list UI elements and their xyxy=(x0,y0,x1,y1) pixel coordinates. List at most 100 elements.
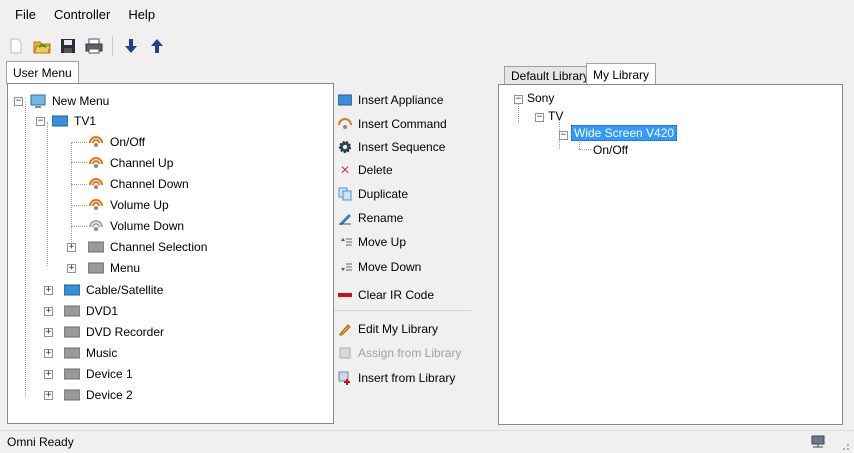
duplicate-button[interactable]: Duplicate xyxy=(338,183,408,205)
device-gray-icon xyxy=(64,303,80,319)
move-down-button[interactable]: Move Down xyxy=(338,256,421,278)
menu-bar: File Controller Help xyxy=(0,0,854,30)
tab-user-menu[interactable]: User Menu xyxy=(6,61,79,84)
tree-node-label: Wide Screen V420 xyxy=(571,125,678,141)
tree-node-command[interactable]: On/Off xyxy=(88,132,145,152)
action-label: Move Down xyxy=(358,260,422,274)
tree-node-tv1[interactable]: TV1 xyxy=(52,111,96,131)
tree-node-model[interactable]: Wide Screen V420 xyxy=(571,125,678,141)
expand-icon[interactable]: + xyxy=(44,307,53,316)
assign-icon xyxy=(338,346,352,360)
expand-icon[interactable]: + xyxy=(67,243,76,252)
tree-node-command[interactable]: On/Off xyxy=(593,142,628,158)
collapse-icon[interactable]: − xyxy=(559,131,568,140)
tree-node-label: Channel Selection xyxy=(110,240,208,254)
tree-line xyxy=(25,102,26,397)
collapse-icon[interactable]: − xyxy=(36,117,45,126)
menu-file[interactable]: File xyxy=(6,0,45,30)
insert-command-button[interactable]: Insert Command xyxy=(338,113,447,135)
device-blue-icon xyxy=(52,113,68,129)
tree-node-device[interactable]: DVD1 xyxy=(64,301,118,321)
expand-icon[interactable]: + xyxy=(44,391,53,400)
expand-icon[interactable]: + xyxy=(44,286,53,295)
tree-node-category[interactable]: TV xyxy=(548,108,563,124)
tree-node-device[interactable]: Device 2 xyxy=(64,385,133,405)
tree-node-device[interactable]: Music xyxy=(64,343,117,363)
download-icon[interactable] xyxy=(121,35,141,57)
tree-line xyxy=(71,205,87,206)
menu-controller[interactable]: Controller xyxy=(45,0,119,30)
actions-panel: Insert Appliance Insert Command Insert S… xyxy=(334,84,471,422)
clear-icon xyxy=(338,288,352,302)
ir-command-empty-icon xyxy=(88,218,104,234)
tree-line xyxy=(71,184,87,185)
action-label: Delete xyxy=(358,163,393,177)
tree-node-label: Volume Up xyxy=(110,198,169,212)
tree-node-command[interactable]: Channel Down xyxy=(88,174,189,194)
upload-icon[interactable] xyxy=(147,35,167,57)
open-icon[interactable] xyxy=(32,35,52,57)
action-label: Insert Command xyxy=(358,117,447,131)
expand-icon[interactable]: + xyxy=(44,349,53,358)
resize-grip-icon[interactable] xyxy=(838,439,850,453)
tree-line xyxy=(71,142,87,143)
collapse-icon[interactable]: − xyxy=(514,95,523,104)
tab-default-library[interactable]: Default Library xyxy=(504,66,597,86)
rename-button[interactable]: Rename xyxy=(338,207,403,229)
tree-node-command[interactable]: Volume Up xyxy=(88,195,169,215)
tab-my-library[interactable]: My Library xyxy=(586,63,657,86)
duplicate-icon xyxy=(338,187,352,201)
device-gray-icon xyxy=(88,260,104,276)
expand-icon[interactable]: + xyxy=(44,370,53,379)
tree-node-label: Cable/Satellite xyxy=(86,283,164,297)
tree-node-label: On/Off xyxy=(593,143,629,157)
assign-from-library-button[interactable]: Assign from Library xyxy=(338,342,461,364)
collapse-icon[interactable]: − xyxy=(14,97,23,106)
tree-node-label: Channel Down xyxy=(110,177,189,191)
tree-node-device[interactable]: Device 1 xyxy=(64,364,133,384)
tree-line xyxy=(71,162,87,163)
action-label: Edit My Library xyxy=(358,322,439,336)
tree-node-group[interactable]: Channel Selection xyxy=(88,237,207,257)
print-icon[interactable] xyxy=(84,35,104,57)
tree-node-brand[interactable]: Sony xyxy=(527,90,554,106)
tree-node-command[interactable]: Volume Down xyxy=(88,216,184,236)
tree-line xyxy=(47,122,48,266)
tree-node-label: DVD Recorder xyxy=(86,325,165,339)
delete-icon: ✕ xyxy=(339,163,351,177)
new-icon[interactable] xyxy=(6,35,26,57)
device-gray-icon xyxy=(64,324,80,340)
move-up-button[interactable]: Move Up xyxy=(338,231,406,253)
tree-node-device[interactable]: DVD Recorder xyxy=(64,322,164,342)
expand-icon[interactable]: + xyxy=(67,264,76,273)
tree-node-label: TV xyxy=(548,109,564,123)
action-label: Insert Sequence xyxy=(358,140,446,154)
insert-sequence-button[interactable]: Insert Sequence xyxy=(338,136,445,158)
tree-node-device[interactable]: Cable/Satellite xyxy=(64,280,163,300)
insert-appliance-button[interactable]: Insert Appliance xyxy=(338,89,443,111)
status-bar: Omni Ready xyxy=(0,430,854,453)
tree-node-command[interactable]: Channel Up xyxy=(88,153,173,173)
ir-command-icon xyxy=(88,155,104,171)
delete-button[interactable]: ✕ Delete xyxy=(338,159,393,181)
tree-node-group[interactable]: Menu xyxy=(88,258,140,278)
collapse-icon[interactable]: − xyxy=(535,113,544,122)
action-label: Clear IR Code xyxy=(358,288,435,302)
tree-line xyxy=(579,149,591,150)
user-menu-tree[interactable]: − New Menu − TV1 On/Off Channel Up Chann… xyxy=(7,83,334,424)
tree-line xyxy=(71,142,72,246)
ir-command-icon xyxy=(88,197,104,213)
action-label: Assign from Library xyxy=(358,346,462,360)
edit-my-library-button[interactable]: Edit My Library xyxy=(338,318,438,340)
edit-pencil-icon xyxy=(338,322,352,336)
tree-node-root[interactable]: New Menu xyxy=(30,91,109,111)
library-tree[interactable]: − Sony − TV − Wide Screen V420 On/Off xyxy=(498,84,843,425)
appliance-icon xyxy=(338,93,352,107)
save-icon[interactable] xyxy=(58,35,78,57)
device-gray-icon xyxy=(88,239,104,255)
clear-ir-code-button[interactable]: Clear IR Code xyxy=(338,284,434,306)
ir-command-icon xyxy=(88,176,104,192)
insert-from-library-button[interactable]: Insert from Library xyxy=(338,367,455,389)
expand-icon[interactable]: + xyxy=(44,328,53,337)
menu-help[interactable]: Help xyxy=(119,0,164,30)
